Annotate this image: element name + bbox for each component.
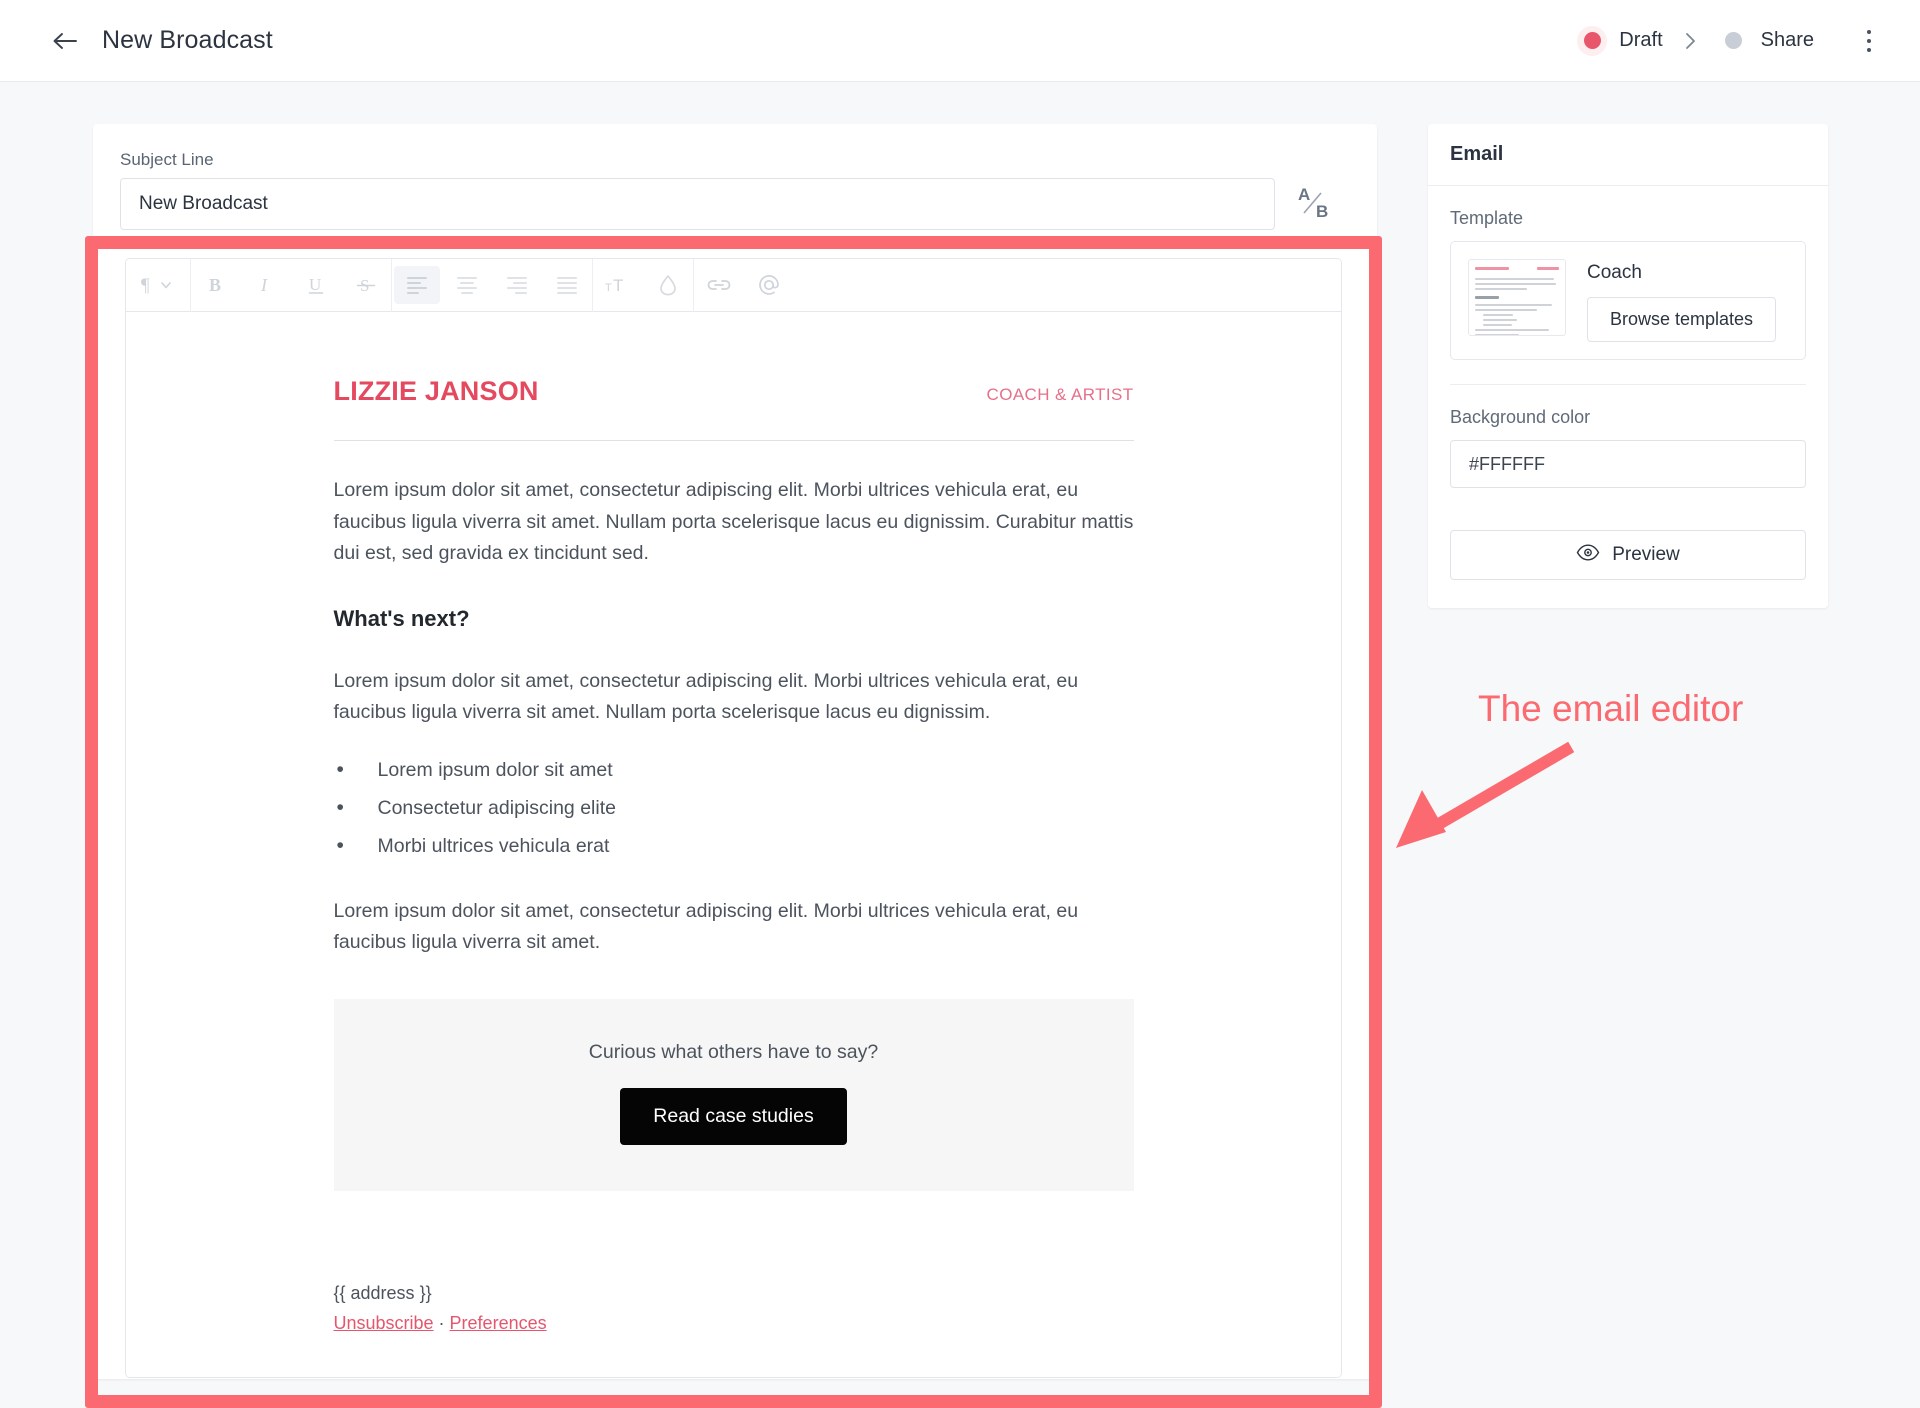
svg-text:I: I: [260, 275, 268, 295]
footer-address: {{ address }}: [333, 1282, 432, 1303]
subject-line-label: Subject Line: [120, 150, 214, 169]
kebab-menu-icon[interactable]: [1856, 24, 1882, 58]
browse-templates-button[interactable]: Browse templates: [1587, 297, 1777, 342]
align-justify-icon[interactable]: [544, 266, 590, 304]
toolbar-group-style: T T: [593, 259, 693, 312]
read-case-studies-button[interactable]: Read case studies: [620, 1087, 847, 1145]
subject-line-row: A B: [120, 178, 1352, 230]
unsubscribe-link[interactable]: Unsubscribe: [334, 1313, 434, 1333]
share-status-icon: [1719, 26, 1749, 56]
preview-button-label: Preview: [1612, 544, 1680, 565]
cta-text: Curious what others have to say?: [588, 1040, 879, 1063]
background-color-input[interactable]: [1450, 440, 1806, 488]
align-right-icon[interactable]: [494, 266, 540, 304]
svg-text:U: U: [309, 275, 321, 294]
text-size-icon[interactable]: T T: [595, 266, 641, 304]
footer-links: Unsubscribe · Preferences: [334, 1313, 1134, 1334]
svg-text:B: B: [1316, 202, 1328, 221]
template-thumbnail: [1468, 259, 1566, 336]
at-mention-icon[interactable]: [746, 266, 792, 304]
email-paragraph-2: Lorem ipsum dolor sit amet, consectetur …: [333, 669, 1079, 724]
page-title: New Broadcast: [102, 26, 273, 54]
email-heading: What's next?: [333, 605, 470, 631]
preferences-link[interactable]: Preferences: [450, 1313, 547, 1333]
share-label: Share: [1760, 29, 1814, 51]
underline-button[interactable]: U: [293, 266, 339, 304]
draft-label: Draft: [1619, 29, 1663, 51]
template-info: Coach Browse templates: [1587, 259, 1777, 342]
annotation-label: The email editor: [1478, 688, 1744, 729]
svg-text:T: T: [605, 282, 612, 294]
ab-test-icon: A B: [1294, 182, 1334, 227]
header-divider: [333, 440, 1134, 441]
email-brand-name: LIZZIE JANSON: [333, 376, 539, 406]
status-badge-draft[interactable]: Draft: [1577, 25, 1663, 56]
toolbar-group-paragraph: ¶: [128, 259, 190, 312]
template-card[interactable]: Coach Browse templates: [1450, 241, 1806, 360]
background-color-label: Background color: [1450, 407, 1591, 427]
eye-icon: [1576, 543, 1600, 567]
paragraph-style-dropdown[interactable]: ¶: [130, 266, 188, 304]
status-badge-share[interactable]: Share: [1719, 26, 1814, 56]
panel-divider: [1450, 384, 1806, 385]
align-left-icon[interactable]: [394, 266, 440, 304]
template-label: Template: [1450, 208, 1524, 228]
email-tagline: COACH & ARTIST: [986, 385, 1134, 404]
panel-title: Email: [1428, 124, 1828, 186]
list-item: Morbi ultrices vehicula erat: [334, 830, 1134, 863]
draft-status-icon: [1577, 25, 1608, 56]
email-settings-panel: Email Template Coach Browse templates Ba…: [1428, 124, 1828, 608]
chevron-right-icon: [1685, 32, 1697, 50]
back-button[interactable]: [48, 24, 82, 58]
arrow-left-icon: [52, 31, 78, 51]
editor-toolbar: ¶ B I U S T T: [126, 259, 1341, 312]
toolbar-group-insert: [694, 259, 794, 312]
list-item: Consectetur adipiscing elite: [334, 792, 1134, 825]
email-bullet-list: Lorem ipsum dolor sit amet Consectetur a…: [334, 754, 1134, 863]
panel-body: Template Coach Browse templates Backgrou…: [1428, 186, 1828, 608]
template-name: Coach: [1587, 262, 1642, 283]
cta-block: Curious what others have to say? Read ca…: [333, 998, 1134, 1191]
ab-test-button[interactable]: A B: [1285, 178, 1343, 230]
email-paragraph-3: Lorem ipsum dolor sit amet, consectetur …: [333, 899, 1079, 954]
list-item: Lorem ipsum dolor sit amet: [334, 754, 1134, 787]
editor-content-area[interactable]: LIZZIE JANSON COACH & ARTIST Lorem ipsum…: [126, 312, 1341, 1377]
bold-button[interactable]: B: [193, 266, 239, 304]
email-editor[interactable]: ¶ B I U S T T LIZZIE JANSON COACH & ARTI…: [125, 258, 1342, 1378]
strikethrough-button[interactable]: S: [343, 266, 389, 304]
email-paragraph-1: Lorem ipsum dolor sit amet, consectetur …: [333, 479, 1134, 565]
email-header: LIZZIE JANSON COACH & ARTIST: [334, 376, 1134, 407]
email-preview: LIZZIE JANSON COACH & ARTIST Lorem ipsum…: [333, 312, 1134, 1377]
svg-text:¶: ¶: [141, 275, 150, 296]
top-bar: New Broadcast Draft Share: [0, 0, 1920, 82]
svg-text:B: B: [209, 275, 221, 295]
arrow-pointer-icon: [1380, 740, 1580, 865]
email-footer: {{ address }} Unsubscribe · Preferences …: [333, 1282, 1134, 1377]
svg-text:T: T: [613, 276, 623, 295]
align-center-icon[interactable]: [444, 266, 490, 304]
italic-button[interactable]: I: [243, 266, 289, 304]
toolbar-group-align: [392, 259, 592, 312]
subject-input[interactable]: [120, 178, 1275, 230]
svg-text:A: A: [1298, 185, 1310, 204]
color-droplet-icon[interactable]: [645, 266, 691, 304]
link-icon[interactable]: [696, 266, 742, 304]
topbar-actions: Draft Share: [1577, 24, 1882, 58]
preview-button[interactable]: Preview: [1450, 530, 1806, 580]
footer-link-separator: ·: [433, 1312, 450, 1333]
toolbar-group-format: B I U S: [191, 259, 391, 312]
